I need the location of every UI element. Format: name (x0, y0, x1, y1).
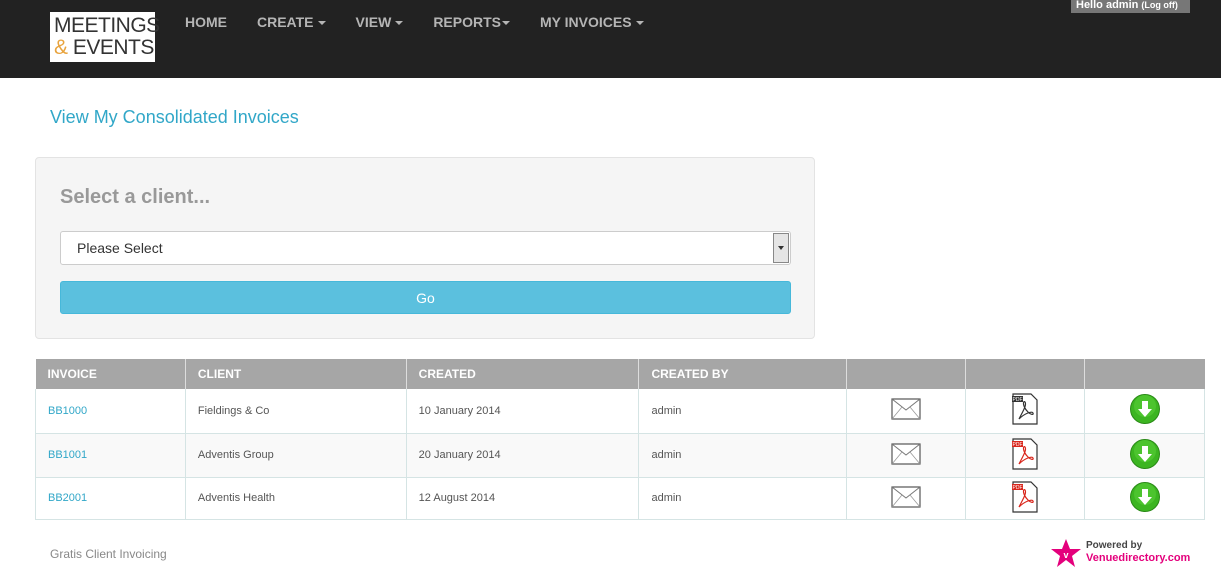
header-created-by: CREATED BY (638, 359, 848, 389)
nav-create[interactable]: CREATE (257, 14, 326, 30)
email-cell (846, 433, 967, 478)
table-header-row: INVOICE CLIENT CREATED CREATED BY (35, 359, 1205, 389)
header-invoice: INVOICE (35, 359, 186, 389)
header-client: CLIENT (185, 359, 407, 389)
table-row: BB2001 Adventis Health 12 August 2014 admin… (35, 477, 1205, 520)
client-select-title: Select a client... (60, 186, 211, 208)
client-cell: Adventis Group (185, 433, 407, 478)
table-row: BB1000 Fieldings & Co 10 January 2014 admin… (35, 389, 1205, 434)
download-cell (1084, 433, 1205, 478)
header-download (1084, 359, 1205, 389)
header-created: CREATED (406, 359, 640, 389)
client-cell: Fieldings & Co (185, 389, 407, 434)
invoice-cell: BB1001 (35, 433, 186, 478)
pdf-cell: PDF (965, 477, 1086, 520)
created-cell: 10 January 2014 (406, 389, 640, 434)
invoice-link[interactable]: BB2001 (48, 492, 87, 504)
footer-text: Gratis Client Invoicing (50, 547, 167, 561)
download-cell (1084, 389, 1205, 434)
chevron-down-icon (635, 21, 644, 26)
created-cell: 20 January 2014 (406, 433, 640, 478)
brand-line-1: MEETINGS (54, 14, 160, 37)
nav-home[interactable]: HOME (185, 14, 227, 30)
download-icon[interactable] (1129, 393, 1161, 428)
user-greeting: Hello admin (1076, 0, 1139, 11)
invoices-table: INVOICE CLIENT CREATED CREATED BY BB1000… (35, 359, 1205, 520)
brand-line-2-text: EVENTS (67, 36, 155, 59)
nav-view[interactable]: VIEW (356, 14, 404, 30)
pdf-icon[interactable]: PDF (1011, 393, 1039, 428)
star-icon: v (1051, 539, 1081, 567)
powered-by-label: Powered by (1086, 540, 1143, 551)
svg-text:v: v (1063, 550, 1068, 560)
created-by-cell: admin (638, 433, 848, 478)
chevron-down-icon (317, 21, 326, 26)
header-email (846, 359, 967, 389)
invoice-link[interactable]: BB1000 (48, 405, 87, 417)
consolidated-invoices-link[interactable]: View My Consolidated Invoices (50, 107, 299, 128)
download-cell (1084, 477, 1205, 520)
client-cell: Adventis Health (185, 477, 407, 520)
logoff-link[interactable]: (Log off) (1141, 0, 1177, 10)
envelope-icon[interactable] (891, 485, 921, 511)
powered-by-logo[interactable]: v Powered by Venuedirectory.com (1050, 538, 1200, 568)
pdf-icon[interactable]: PDF (1011, 480, 1039, 516)
table-row: BB1001 Adventis Group 20 January 2014 admin… (35, 433, 1205, 478)
created-by-cell: admin (638, 477, 848, 520)
venuedirectory-label: Venuedirectory.com (1086, 552, 1191, 564)
svg-text:PDF: PDF (1013, 397, 1023, 403)
brand-line-2: & EVENTS (54, 36, 155, 59)
user-badge: Hello admin (Log off) (1071, 0, 1190, 13)
nav-my-invoices[interactable]: MY INVOICES (540, 14, 644, 30)
nav-reports[interactable]: REPORTS (433, 14, 510, 30)
client-select[interactable]: Please Select (60, 231, 791, 265)
pdf-icon[interactable]: PDF (1011, 437, 1039, 473)
invoice-cell: BB1000 (35, 389, 186, 434)
invoice-link[interactable]: BB1001 (48, 449, 87, 461)
pdf-cell: PDF (965, 389, 1086, 434)
brand-ampersand: & (54, 36, 68, 59)
header-pdf (965, 359, 1086, 389)
nav-home-label: HOME (185, 14, 227, 30)
created-by-cell: admin (638, 389, 848, 434)
main-nav: HOME CREATE VIEW REPORTS MY INVOICES (185, 14, 674, 30)
email-cell (846, 477, 967, 520)
envelope-icon[interactable] (891, 398, 921, 423)
nav-create-label: CREATE (257, 14, 314, 30)
envelope-icon[interactable] (891, 442, 921, 468)
top-navbar: MEETINGS & EVENTS HOME CREATE VIEW REPOR… (0, 0, 1221, 78)
chevron-down-icon (395, 21, 404, 26)
created-cell: 12 August 2014 (406, 477, 640, 520)
svg-text:PDF: PDF (1013, 485, 1023, 491)
client-select-value: Please Select (77, 240, 163, 256)
download-icon[interactable] (1129, 481, 1161, 516)
client-select-panel: Select a client... Please Select Go (35, 157, 815, 339)
invoice-cell: BB2001 (35, 477, 186, 520)
download-icon[interactable] (1129, 438, 1161, 473)
brand-logo[interactable]: MEETINGS & EVENTS (50, 12, 160, 62)
email-cell (846, 389, 967, 434)
go-button[interactable]: Go (60, 281, 791, 314)
svg-text:PDF: PDF (1013, 442, 1023, 448)
chevron-down-icon (502, 21, 510, 26)
select-arrow-icon[interactable] (773, 233, 789, 263)
nav-my-invoices-label: MY INVOICES (540, 14, 632, 30)
nav-view-label: VIEW (355, 14, 392, 30)
pdf-cell: PDF (965, 433, 1086, 478)
nav-reports-label: REPORTS (433, 14, 501, 30)
